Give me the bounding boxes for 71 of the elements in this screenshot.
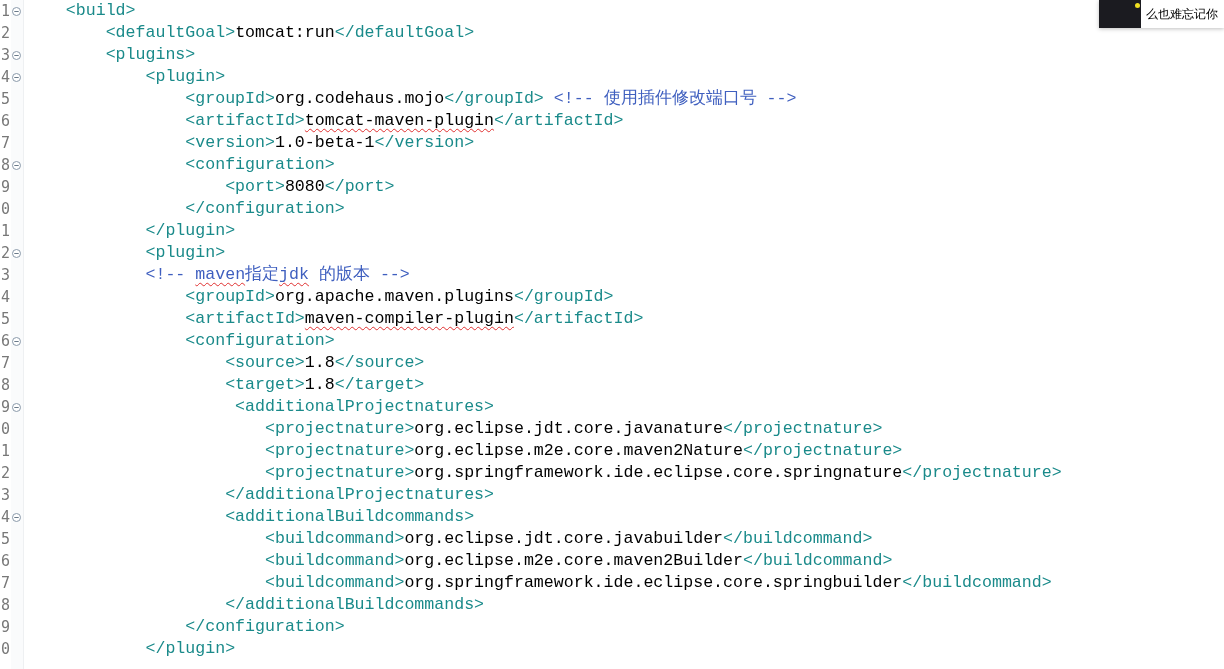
code-line: </plugin>: [144, 220, 236, 242]
line-number: 2: [0, 24, 10, 42]
code-line: </plugin>: [144, 638, 236, 660]
line-number: 5: [0, 310, 10, 328]
code-line: <build>: [64, 0, 136, 22]
line-number: 1: [0, 442, 10, 460]
line-number: 1: [0, 2, 10, 20]
code-line: <defaultGoal>tomcat:run</defaultGoal>: [104, 22, 475, 44]
code-line: <artifactId>maven-compiler-plugin</artifactId>: [184, 308, 644, 330]
line-number: 6: [0, 552, 10, 570]
collapse-icon[interactable]: [12, 336, 21, 346]
thumbnail-placeholder: [1099, 0, 1141, 28]
line-number: 9: [0, 398, 10, 416]
collapse-icon[interactable]: [12, 402, 21, 412]
line-number: 3: [0, 46, 10, 64]
line-number: 8: [0, 596, 10, 614]
code-line: <buildcommand>org.eclipse.m2e.core.maven2Builder</buildcommand>: [264, 550, 893, 572]
code-line: </additionalProjectnatures>: [224, 484, 495, 506]
line-number: 7: [0, 134, 10, 152]
collapse-icon[interactable]: [12, 50, 21, 60]
notification-text: 么也难忘记你: [1146, 5, 1218, 23]
code-line: <buildcommand>org.springframework.ide.eclipse.core.springbuilder</buildcommand>: [264, 572, 1052, 594]
code-line: <source>1.8</source>: [224, 352, 425, 374]
line-number: 7: [0, 354, 10, 372]
code-line: <artifactId>tomcat-maven-plugin</artifactId>: [184, 110, 624, 132]
line-number: 9: [0, 618, 10, 636]
code-line: <groupId>org.codehaus.mojo</groupId> <!-- 使用插件修改端口号 -->: [184, 88, 797, 110]
line-number: 3: [0, 486, 10, 504]
line-number: 8: [0, 376, 10, 394]
notification-popup[interactable]: 么也难忘记你: [1099, 0, 1224, 28]
line-number: 0: [0, 200, 10, 218]
code-line: <projectnature>org.eclipse.jdt.core.javanature</projectnature>: [264, 418, 883, 440]
code-line: <plugin>: [144, 66, 226, 88]
collapse-icon[interactable]: [12, 512, 21, 522]
collapse-icon[interactable]: [12, 248, 21, 258]
collapse-icon[interactable]: [12, 72, 21, 82]
line-number: 8: [0, 156, 10, 174]
code-line: <target>1.8</target>: [224, 374, 425, 396]
code-line: </additionalBuildcommands>: [224, 594, 485, 616]
line-number: 9: [0, 178, 10, 196]
line-number: 7: [0, 574, 10, 592]
line-number: 6: [0, 332, 10, 350]
line-number: 2: [0, 464, 10, 482]
line-number: 5: [0, 90, 10, 108]
code-line: <plugins>: [104, 44, 196, 66]
code-line: <configuration>: [184, 330, 335, 352]
line-number: 0: [0, 640, 10, 658]
code-line: </configuration>: [184, 616, 345, 638]
code-line: <additionalBuildcommands>: [224, 506, 475, 528]
collapse-icon[interactable]: [12, 160, 21, 170]
code-line: <projectnature>org.springframework.ide.eclipse.core.springnature</projectnature>: [264, 462, 1062, 484]
code-line: <version>1.0-beta-1</version>: [184, 132, 475, 154]
line-number: 2: [0, 244, 10, 262]
line-number: 4: [0, 288, 10, 306]
code-line: <additionalProjectnatures>: [234, 396, 495, 418]
line-number: 0: [0, 420, 10, 438]
code-line: <buildcommand>org.eclipse.jdt.core.javabuilder</buildcommand>: [264, 528, 873, 550]
code-line: <!-- maven指定jdk 的版本 -->: [144, 264, 410, 286]
code-line: </configuration>: [184, 198, 345, 220]
line-number: 6: [0, 112, 10, 130]
code-line: <projectnature>org.eclipse.m2e.core.maven2Nature</projectnature>: [264, 440, 903, 462]
line-number: 4: [0, 68, 10, 86]
line-number: 4: [0, 508, 10, 526]
code-line: <plugin>: [144, 242, 226, 264]
line-number: 3: [0, 266, 10, 284]
code-line: <groupId>org.apache.maven.plugins</groupId>: [184, 286, 614, 308]
collapse-icon[interactable]: [12, 6, 21, 16]
line-number: 5: [0, 530, 10, 548]
code-line: <port>8080</port>: [224, 176, 395, 198]
line-number: 1: [0, 222, 10, 240]
code-line: <configuration>: [184, 154, 335, 176]
